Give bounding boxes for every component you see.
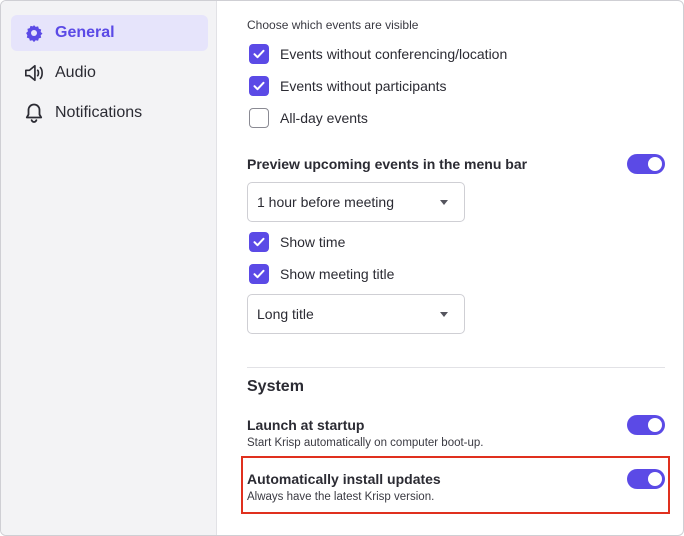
chevron-down-icon: [440, 312, 448, 317]
checkbox-checked-icon[interactable]: [249, 232, 269, 252]
title-length-select[interactable]: Long title: [247, 294, 465, 334]
gear-icon: [23, 22, 45, 44]
toggle-knob: [648, 157, 662, 171]
preview-timing-select[interactable]: 1 hour before meeting: [247, 182, 465, 222]
select-value: Long title: [257, 306, 314, 322]
option-label: Events without participants: [280, 78, 447, 94]
sidebar-item-general[interactable]: General: [11, 15, 208, 51]
section-divider: [247, 367, 665, 368]
select-value: 1 hour before meeting: [257, 194, 394, 210]
option-show-time[interactable]: Show time: [249, 232, 345, 252]
option-all-day-events[interactable]: All-day events: [249, 108, 368, 128]
option-show-meeting-title[interactable]: Show meeting title: [249, 264, 394, 284]
bell-icon: [23, 102, 45, 124]
toggle-knob: [648, 418, 662, 432]
sidebar-item-audio[interactable]: Audio: [11, 55, 208, 91]
launch-at-startup-title: Launch at startup: [247, 417, 365, 433]
auto-install-updates-toggle[interactable]: [627, 469, 665, 489]
option-label: Show meeting title: [280, 266, 395, 282]
preview-menu-bar-title: Preview upcoming events in the menu bar: [247, 156, 528, 172]
auto-install-updates-title: Automatically install updates: [247, 471, 441, 487]
checkbox-checked-icon[interactable]: [249, 264, 269, 284]
option-events-without-conferencing[interactable]: Events without conferencing/location: [249, 44, 507, 64]
toggle-knob: [648, 472, 662, 486]
launch-at-startup-description: Start Krisp automatically on computer bo…: [247, 437, 484, 449]
settings-window: General Audio Notifications Choose which…: [0, 0, 684, 536]
auto-install-updates-description: Always have the latest Krisp version.: [247, 491, 435, 503]
option-label: All-day events: [280, 110, 368, 126]
checkbox-checked-icon[interactable]: [249, 76, 269, 96]
checkbox-checked-icon[interactable]: [249, 44, 269, 64]
sidebar-item-label: General: [55, 24, 115, 41]
option-label: Events without conferencing/location: [280, 46, 508, 62]
sidebar-item-label: Audio: [55, 64, 96, 81]
option-events-without-participants[interactable]: Events without participants: [249, 76, 447, 96]
launch-at-startup-toggle[interactable]: [627, 415, 665, 435]
speaker-icon: [23, 62, 45, 84]
sidebar-item-notifications[interactable]: Notifications: [11, 95, 208, 131]
settings-panel: Choose which events are visible Events w…: [218, 1, 683, 535]
option-label: Show time: [280, 234, 346, 250]
events-visibility-heading: Choose which events are visible: [247, 18, 419, 32]
sidebar: General Audio Notifications: [1, 1, 217, 535]
chevron-down-icon: [440, 200, 448, 205]
system-section-heading: System: [247, 378, 304, 395]
preview-menu-bar-toggle[interactable]: [627, 154, 665, 174]
sidebar-item-label: Notifications: [55, 104, 143, 121]
checkbox-unchecked-icon[interactable]: [249, 108, 269, 128]
